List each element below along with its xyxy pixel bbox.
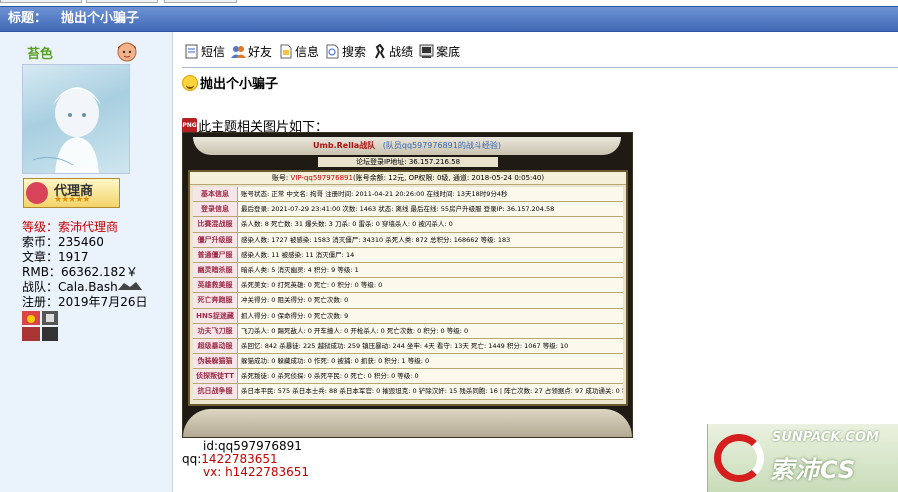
shot-row-value: 抓人得分: 0 保命得分: 0 死亡次数: 9 (238, 308, 623, 323)
shot-row-value: 躲猫成功: 0 躲藏成功: 0 作死: 0 被捕: 0 抓获: 0 积分: 1 … (238, 354, 623, 369)
shot-footer (183, 409, 632, 437)
logo-text-brand: 索沛CS (770, 456, 857, 484)
shot-row-value: 感染人数: 1727 被感染: 1583 消灭僵尸: 34310 杀死人类: 8… (238, 232, 623, 247)
username[interactable]: 苔色 (27, 43, 53, 62)
shot-row: 超级暴动服 杀回忆: 842 杀暴徒: 225 越狱成功: 259 镇压暴动: 2… (193, 338, 623, 355)
shot-row-value: 冲关得分: 0 阻关得分: 0 死亡次数: 0 (238, 293, 623, 308)
sms-button[interactable]: 短信 (184, 43, 225, 60)
search-button[interactable]: 搜索 (325, 43, 366, 60)
shot-row: 幽灵暗杀服 暗杀人类: 5 消灭幽灵: 4 积分: 9 等级: 1 (193, 262, 623, 279)
shot-row: 普通僵尸服 感染人数: 11 被感染: 11 消灭僵尸: 14 (193, 247, 623, 263)
shot-row-key: 侦探叛徒TT (193, 369, 238, 384)
shot-row-value: 杀日本平民: 575 杀日本士兵: 88 杀日本军官: 0 摧毁坦克: 0 铲除… (238, 384, 623, 399)
toolbar-divider (182, 67, 898, 68)
shot-row-key: 伪装躲猫猫 (193, 354, 238, 369)
shot-row-key: HNS捉迷藏 (193, 308, 238, 323)
info-icon (280, 44, 292, 59)
user-face-icon (117, 42, 137, 62)
png-file-icon: PNG (182, 118, 197, 133)
user-sidebar: 苔色 代理商 ★★★★★ 等级：索沛代理商 索币：235460 文章：1917 … (0, 32, 173, 492)
contact-info: id:qq597976891 qq:1422783651 vx: h142278… (182, 440, 309, 479)
qq-line: qq:1422783651 (182, 452, 278, 466)
post-area: 短信 好友 信息 搜索 战绩 案底 抛出个小骗子 PNG 此主题相关图片如下： (174, 32, 898, 492)
shot-row: 比赛混战服 杀人数: 8 死亡数: 31 爆头数: 3 刀杀: 0 雷杀: 0 穿… (193, 217, 623, 233)
thread-title: 抛出个小骗子 (61, 11, 140, 26)
shot-row: 僵尸升级服 感染人数: 1727 被感染: 1583 消灭僵尸: 34310 杀死… (193, 232, 623, 248)
shot-row: 抗日战争服 杀日本平民: 575 杀日本士兵: 88 杀日本军官: 0 摧毁坦克:… (193, 384, 623, 400)
shot-row-key: 死亡奔跑服 (193, 293, 238, 308)
shot-row: HNS捉迷藏 抓人得分: 0 保命得分: 0 死亡次数: 9 (193, 308, 623, 324)
stat-register: 注册：2019年7月26日 (22, 295, 148, 309)
shot-ip-line: 论坛登录IP地址: 36.157.216.58 (318, 157, 498, 167)
site-logo-watermark: SUNPACK.COM 索沛CS (707, 424, 898, 492)
shot-row-value: 杀死美女: 0 打死英雄: 0 死亡: 0 积分: 0 等级: 0 (238, 278, 623, 293)
friends-icon (231, 46, 247, 58)
shot-row: 死亡奔跑服 冲关得分: 0 阻关得分: 0 死亡次数: 0 (193, 293, 623, 309)
record-button[interactable]: 战绩 (372, 43, 413, 60)
friends-button[interactable]: 好友 (231, 43, 272, 60)
shot-row-key: 僵尸升级服 (193, 232, 238, 247)
archive-button[interactable]: 案底 (419, 43, 460, 60)
tab-2[interactable] (86, 0, 158, 3)
tab-1[interactable] (0, 0, 82, 3)
shot-rows: 基本信息 账号状态: 正常 中文名: 拘哥 注册时间: 2011-04-21 20… (193, 187, 623, 400)
info-button[interactable]: 信息 (278, 43, 319, 60)
vx-line: vx: h1422783651 (203, 465, 310, 479)
shot-row: 英雄救美服 杀死美女: 0 打死英雄: 0 死亡: 0 积分: 0 等级: 0 (193, 278, 623, 294)
shot-row: 功夫飞刀服 飞刀杀人: 0 踢死敌人: 0 开车撞人: 0 开枪杀人: 0 死亡次… (193, 323, 623, 339)
tab-3[interactable] (164, 0, 237, 3)
shot-stats-panel: 账号: VIP-qq597976891(账号余额: 12元, OP权限: 0级,… (188, 170, 628, 406)
shot-row-value: 杀人数: 8 死亡数: 31 爆头数: 3 刀杀: 0 雷杀: 0 穿墙杀人: … (238, 217, 623, 232)
avatar[interactable] (22, 64, 130, 174)
shot-row-key: 英雄救美服 (193, 278, 238, 293)
shot-row-key: 功夫飞刀服 (193, 323, 238, 338)
medal-icons (22, 311, 58, 341)
stat-clan: 战队：Cala.Bash (22, 280, 147, 295)
shot-row-key: 比赛混战服 (193, 217, 238, 232)
logo-swirl-icon (714, 434, 764, 482)
record-icon (375, 44, 385, 59)
post-toolbar: 短信 好友 信息 搜索 战绩 案底 (184, 43, 460, 60)
shot-row: 登录信息 最后登录: 2021-07-29 23:41:00 次数: 1463 状… (193, 202, 623, 218)
search-icon (326, 44, 339, 59)
shot-row-value: 杀死叛徒: 0 杀死侦探: 0 杀死平民: 0 死亡: 0 积分: 0 等级: … (238, 369, 623, 384)
shot-row-key: 基本信息 (193, 187, 238, 202)
shot-row-key: 幽灵暗杀服 (193, 262, 238, 278)
shot-row-value: 飞刀杀人: 0 踢死敌人: 0 开车撞人: 0 开枪杀人: 0 死亡次数: 0 … (238, 323, 623, 338)
stat-level: 等级：索沛代理商 (22, 220, 119, 234)
logo-text-domain: SUNPACK.COM (772, 430, 879, 445)
shot-row-key: 登录信息 (193, 202, 238, 217)
user-stats: 等级：索沛代理商 索币：235460 文章：1917 RMB：66362.182… (22, 220, 147, 310)
shot-row-value: 最后登录: 2021-07-29 23:41:00 次数: 1463 状态: 离… (238, 202, 623, 217)
badge-mascot-icon (26, 182, 48, 204)
shot-account-line: 账号: VIP-qq597976891(账号余额: 12元, OP权限: 0级,… (190, 172, 626, 185)
shot-row: 侦探叛徒TT 杀死叛徒: 0 杀死侦探: 0 杀死平民: 0 死亡: 0 积分: … (193, 369, 623, 385)
shot-row-value: 杀回忆: 842 杀暴徒: 225 越狱成功: 259 镇压暴动: 244 坐牢… (238, 338, 623, 354)
stat-rmb: RMB：66362.182￥ (22, 265, 138, 279)
clan-icon (117, 282, 142, 290)
shot-row-key: 普通僵尸服 (193, 247, 238, 262)
message-icon (185, 44, 198, 59)
stat-posts: 文章：1917 (22, 250, 89, 264)
shot-row-key: 超级暴动服 (193, 338, 238, 354)
thread-title-bar: 标题： 抛出个小骗子 (0, 6, 898, 32)
shot-row-value: 感染人数: 11 被感染: 11 消灭僵尸: 14 (238, 247, 623, 262)
avatar-image (32, 87, 101, 173)
shot-row-key: 抗日战争服 (193, 384, 238, 399)
archive-icon (419, 44, 434, 58)
shot-row-value: 暗杀人类: 5 消灭幽灵: 4 积分: 9 等级: 1 (238, 262, 623, 278)
rank-stars-icon: ★★★★★ (54, 195, 90, 205)
attached-screenshot[interactable]: Umb.Rella战队 (队员qq597976891的战斗经验) 论坛登录IP地… (182, 132, 633, 438)
stat-coins: 索币：235460 (22, 235, 104, 249)
shot-row: 伪装躲猫猫 躲猫成功: 0 躲藏成功: 0 作死: 0 被捕: 0 抓获: 0 积… (193, 354, 623, 370)
shot-row: 基本信息 账号状态: 正常 中文名: 拘哥 注册时间: 2011-04-21 20… (193, 187, 623, 203)
title-label: 标题： (8, 11, 48, 26)
shot-header: Umb.Rella战队 (队员qq597976891的战斗经验) (193, 137, 621, 155)
rank-badge: 代理商 ★★★★★ (23, 178, 120, 208)
shot-row-value: 账号状态: 正常 中文名: 拘哥 注册时间: 2011-04-21 20:26:… (238, 187, 623, 202)
post-title: 抛出个小骗子 (182, 73, 278, 92)
smile-icon (182, 74, 198, 91)
